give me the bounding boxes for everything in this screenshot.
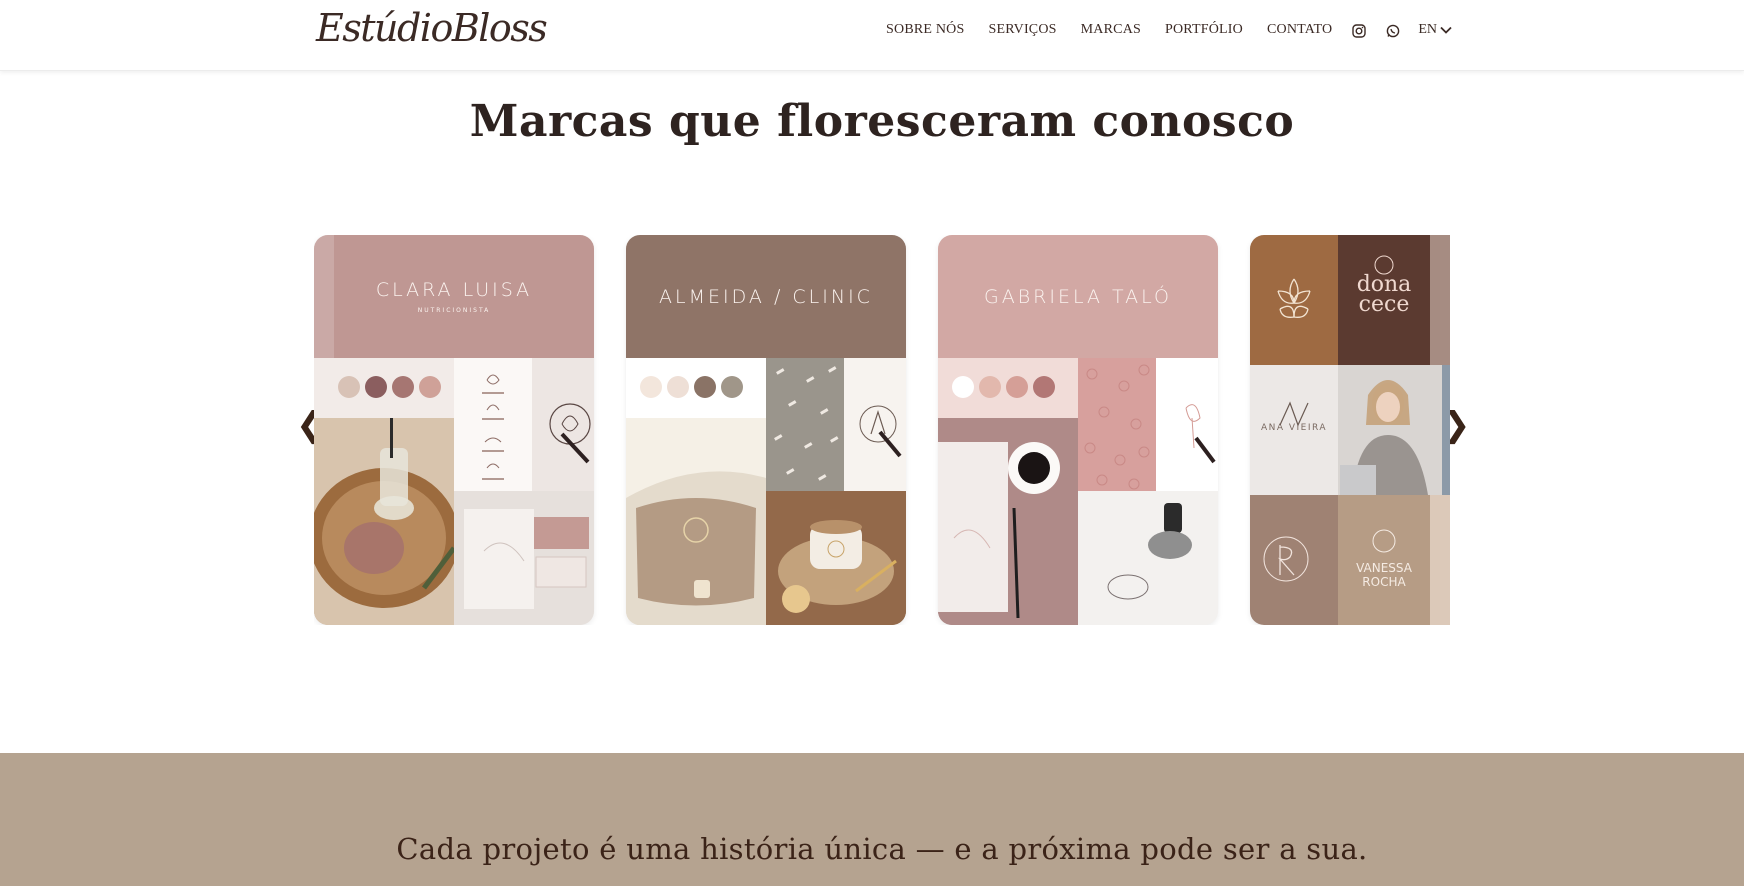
brand-card-dona-cece[interactable]: dona cece ANA VIEIRA VANESSA ROCHA [1250, 235, 1450, 625]
card-header-band: CLARA LUISA NUTRICIONISTA [314, 235, 594, 358]
swatch [392, 376, 414, 398]
color-palette [338, 376, 441, 398]
vanessa-rocha-wordmark: VANESSA ROCHA [1356, 561, 1412, 589]
cta-heading: Cada projeto é uma história única — e a … [396, 832, 1368, 866]
swatch [1033, 376, 1055, 398]
portrait-photo-tile [1338, 365, 1442, 495]
flower-logo-tile [1250, 235, 1338, 365]
nav-servicos[interactable]: SERVIÇOS [988, 22, 1056, 38]
main-nav: SOBRE NÓS SERVIÇOS MARCAS PORTFÓLIO CONT… [862, 22, 1452, 38]
brand-name: ALMEIDA ∕ CLINIC [659, 285, 873, 308]
site-header: EstúdioBloss SOBRE NÓS SERVIÇOS MARCAS P… [0, 0, 1744, 71]
language-selector[interactable]: EN [1418, 22, 1452, 38]
brand-name: CLARA LUISA [375, 279, 533, 301]
brand-card-gabriela-talo[interactable]: GABRIELA TALÓ [938, 235, 1218, 625]
drink-photo-tile [314, 418, 459, 625]
dona-cece-logo-tile: dona cece [1338, 235, 1430, 365]
emblem-tile [1156, 358, 1218, 491]
vanessa-rocha-tile: VANESSA ROCHA [1338, 495, 1430, 625]
pattern-tile [1078, 358, 1156, 491]
section-title: Marcas que floresceram conosco [469, 96, 1295, 147]
swatch [952, 376, 974, 398]
cta-banner [0, 753, 1744, 886]
swatch [365, 376, 387, 398]
desk-photo-tile [938, 418, 1078, 625]
side-strip [1430, 495, 1450, 625]
swatch [419, 376, 441, 398]
chevron-down-icon [1440, 26, 1452, 34]
swatch [338, 376, 360, 398]
whatsapp-icon[interactable] [1386, 23, 1400, 38]
nav-contato[interactable]: CONTATO [1267, 22, 1332, 38]
swatch [1006, 376, 1028, 398]
swatch [979, 376, 1001, 398]
stationery-tile [454, 491, 594, 625]
brand-logo[interactable]: EstúdioBloss [316, 6, 548, 50]
brand-name: GABRIELA TALÓ [983, 285, 1173, 308]
swatch [694, 376, 716, 398]
color-palette [952, 376, 1055, 398]
nav-marcas[interactable]: MARCAS [1081, 22, 1141, 38]
card-header-band: GABRIELA TALÓ [938, 235, 1218, 358]
pouch-photo-tile [626, 418, 766, 625]
side-strip [1430, 235, 1450, 365]
card-header-band: ALMEIDA ∕ CLINIC [626, 235, 906, 358]
teacup-photo-tile [766, 491, 906, 625]
nav-sobre-nos[interactable]: SOBRE NÓS [886, 22, 964, 38]
brands-carousel: CLARA LUISA NUTRICIONISTA ALMEIDA ∕ CLIN… [314, 235, 1450, 625]
ana-vieira-tile: ANA VIEIRA [1250, 365, 1338, 495]
emblem-tile [844, 358, 906, 491]
swatch [640, 376, 662, 398]
swatch [721, 376, 743, 398]
emblem-tile [532, 358, 594, 491]
brand-subtitle: NUTRICIONISTA [417, 307, 491, 314]
color-palette [640, 376, 743, 398]
logo-variations-tile [454, 358, 532, 491]
side-strip [1442, 365, 1450, 495]
stamp-photo-tile [1078, 491, 1218, 625]
swatch [667, 376, 689, 398]
brand-card-almeida-clinic[interactable]: ALMEIDA ∕ CLINIC [626, 235, 906, 625]
nav-portfolio[interactable]: PORTFÓLIO [1165, 22, 1243, 38]
monogram-tile [1250, 495, 1338, 625]
brand-card-clara-luisa[interactable]: CLARA LUISA NUTRICIONISTA [314, 235, 594, 625]
language-label: EN [1418, 22, 1437, 37]
pattern-tile [766, 358, 844, 491]
instagram-icon[interactable] [1352, 23, 1367, 38]
